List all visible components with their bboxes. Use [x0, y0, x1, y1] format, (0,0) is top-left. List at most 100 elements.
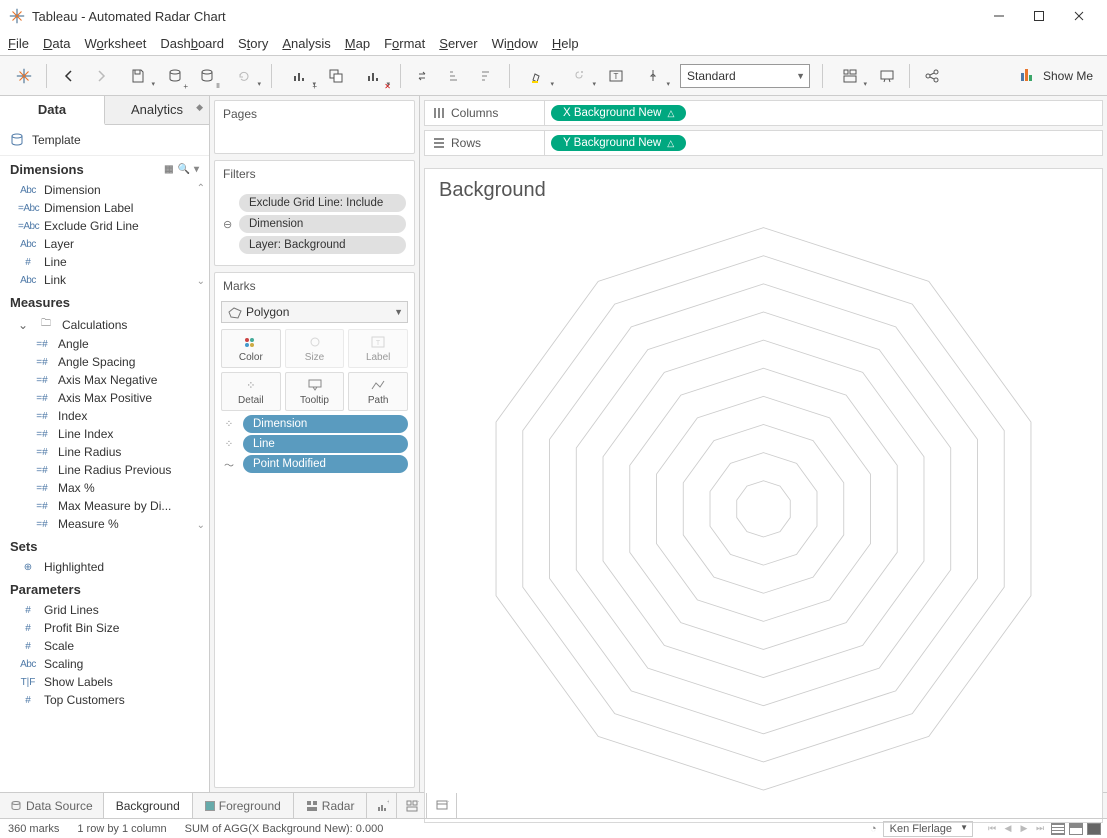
new-story-tab-button[interactable]: + [427, 793, 457, 818]
sort-asc-button[interactable] [441, 62, 469, 90]
menu-icon[interactable]: ▾ [194, 164, 199, 175]
filter-pill[interactable]: Exclude Grid Line: Include [239, 194, 406, 212]
measure-field[interactable]: =#Line Index [0, 425, 209, 443]
scroll-up-icon[interactable]: ⌃ [197, 183, 205, 194]
pause-updates-button[interactable]: ॥ [193, 62, 221, 90]
parameter-field[interactable]: T|FShow Labels [0, 673, 209, 691]
filter-pill[interactable]: Layer: Background [239, 236, 406, 254]
mark-detail-button[interactable]: ⁘Detail [221, 372, 281, 411]
nav-first[interactable]: ⏮ [985, 823, 999, 834]
nav-last[interactable]: ⏭ [1033, 823, 1047, 834]
minimize-button[interactable] [979, 2, 1019, 30]
user-menu[interactable]: Ken Flerlage▼ [883, 821, 973, 837]
mark-pill-row[interactable]: 〜Point Modified [221, 455, 408, 473]
filter-pill[interactable]: Dimension [239, 215, 406, 233]
show-me-button[interactable]: Show Me [1015, 69, 1099, 83]
menu-window[interactable]: Window [492, 36, 538, 51]
measure-field[interactable]: =#Axis Max Negative [0, 371, 209, 389]
forward-button[interactable] [87, 62, 115, 90]
dimension-field[interactable]: AbcLayer [0, 235, 209, 253]
new-datasource-button[interactable]: + [161, 62, 189, 90]
sheet-tab[interactable]: Radar [294, 793, 368, 818]
menu-data[interactable]: Data [43, 36, 70, 51]
mark-tooltip-button[interactable]: Tooltip [285, 372, 345, 411]
parameter-field[interactable]: #Grid Lines [0, 601, 209, 619]
maximize-button[interactable] [1019, 2, 1059, 30]
scroll-down-icon[interactable]: ⌄ [197, 276, 205, 287]
parameter-field[interactable]: #Profit Bin Size [0, 619, 209, 637]
menu-story[interactable]: Story [238, 36, 268, 51]
parameter-field[interactable]: #Top Customers [0, 691, 209, 709]
duplicate-button[interactable] [322, 62, 350, 90]
menu-help[interactable]: Help [552, 36, 579, 51]
parameter-field[interactable]: AbcScaling [0, 655, 209, 673]
show-cards-button[interactable]: ▾ [831, 62, 869, 90]
dimension-field[interactable]: =AbcDimension Label [0, 199, 209, 217]
measure-field[interactable]: =#Max Measure by Di... [0, 497, 209, 515]
new-worksheet-button[interactable]: +▾ [280, 62, 318, 90]
measure-field[interactable]: =#Line Radius Previous [0, 461, 209, 479]
viz-title[interactable]: Background [439, 179, 1088, 202]
tableau-icon[interactable] [10, 62, 38, 90]
close-button[interactable] [1059, 2, 1099, 30]
filters-card[interactable]: Filters Exclude Grid Line: IncludeDimens… [214, 160, 415, 266]
mark-pill-row[interactable]: ⁘Dimension [221, 415, 408, 433]
dimension-field[interactable]: #Line [0, 253, 209, 271]
menu-server[interactable]: Server [439, 36, 477, 51]
menu-dashboard[interactable]: Dashboard [160, 36, 224, 51]
rows-shelf[interactable]: Rows Y Background New△ [424, 130, 1103, 156]
show-tabs-button[interactable] [1051, 823, 1065, 835]
share-button[interactable] [918, 62, 946, 90]
dimension-field[interactable]: AbcLink [0, 271, 209, 289]
highlight-button[interactable]: ▾ [518, 62, 556, 90]
sort-desc-button[interactable] [473, 62, 501, 90]
group-button[interactable]: ▾ [560, 62, 598, 90]
tab-analytics[interactable]: Analytics ◆ [105, 96, 209, 124]
back-button[interactable] [55, 62, 83, 90]
measure-field[interactable]: =#Axis Max Positive [0, 389, 209, 407]
clear-button[interactable]: ✕▾ [354, 62, 392, 90]
mark-label-button[interactable]: TLabel [348, 329, 408, 368]
sheet-tab[interactable]: Background [104, 793, 193, 818]
measure-field[interactable]: =#Measure % [0, 515, 209, 533]
measure-field[interactable]: =#Line Radius [0, 443, 209, 461]
menu-analysis[interactable]: Analysis [282, 36, 330, 51]
scroll-down-icon[interactable]: ⌄ [197, 520, 205, 531]
mark-size-button[interactable]: Size [285, 329, 345, 368]
columns-shelf[interactable]: Columns X Background New△ [424, 100, 1103, 126]
swap-button[interactable] [409, 62, 437, 90]
tab-data[interactable]: Data [0, 96, 105, 125]
show-filmstrip-button[interactable] [1069, 823, 1083, 835]
pin-button[interactable]: ▾ [634, 62, 672, 90]
mark-color-button[interactable]: Color [221, 329, 281, 368]
measure-field[interactable]: =#Index [0, 407, 209, 425]
parameter-field[interactable]: #Scale [0, 637, 209, 655]
sheet-tab[interactable]: Foreground [193, 793, 294, 818]
measure-field[interactable]: =#Angle [0, 335, 209, 353]
menu-worksheet[interactable]: Worksheet [84, 36, 146, 51]
view-as-icon[interactable]: ▦ [164, 164, 173, 175]
new-dashboard-tab-button[interactable]: + [397, 793, 427, 818]
folder-calculations[interactable]: ⌄ 🗀 Calculations [0, 314, 209, 335]
mark-path-button[interactable]: Path [348, 372, 408, 411]
mark-type-selector[interactable]: Polygon▼ [221, 301, 408, 323]
columns-pill[interactable]: X Background New△ [551, 105, 686, 121]
mark-pill-row[interactable]: ⁘Line [221, 435, 408, 453]
pages-card[interactable]: Pages [214, 100, 415, 154]
new-worksheet-tab-button[interactable]: + [367, 793, 397, 818]
dimension-field[interactable]: =AbcExclude Grid Line [0, 217, 209, 235]
menu-file[interactable]: File [8, 36, 29, 51]
set-highlighted[interactable]: ⊕ Highlighted [0, 558, 209, 576]
refresh-button[interactable]: ▾ [225, 62, 263, 90]
save-button[interactable]: ▾ [119, 62, 157, 90]
tab-data-source[interactable]: Data Source [0, 793, 104, 818]
rows-pill[interactable]: Y Background New△ [551, 135, 686, 151]
search-icon[interactable]: 🔍 [178, 164, 190, 175]
presentation-button[interactable] [873, 62, 901, 90]
nav-prev[interactable]: ◀ [1001, 823, 1015, 834]
measure-field[interactable]: =#Max % [0, 479, 209, 497]
nav-next[interactable]: ▶ [1017, 823, 1031, 834]
fit-selector[interactable]: Standard▼ [680, 64, 810, 88]
show-sorter-button[interactable] [1087, 823, 1101, 835]
dimension-field[interactable]: AbcDimension [0, 181, 209, 199]
